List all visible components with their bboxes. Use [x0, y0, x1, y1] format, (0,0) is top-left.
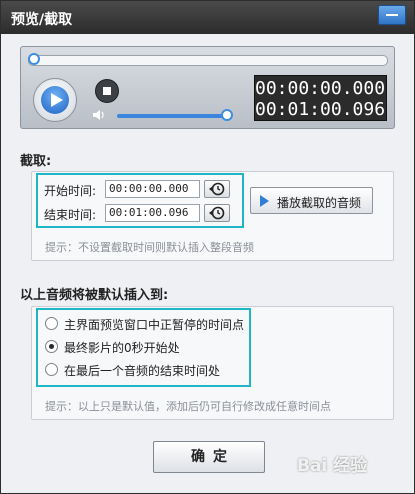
- trim-hint: 提示：不设置截取时间则默认插入整段音频: [45, 241, 254, 254]
- stop-button[interactable]: [95, 79, 119, 103]
- end-time-input[interactable]: 00:01:00.096: [105, 204, 200, 222]
- watermark-text: Bai 经验: [297, 456, 368, 476]
- insert-option-radio-1[interactable]: [45, 317, 58, 330]
- clock-reset-icon: [209, 206, 225, 220]
- title-bar[interactable]: 预览/截取: [1, 1, 414, 34]
- preview-trim-dialog: 预览/截取 00:00:00.000 00:01:00.096 截取: 开始时间…: [0, 0, 415, 494]
- window-title: 预览/截取: [11, 12, 73, 28]
- insert-hint: 提示：以上只是默认值，添加后仍可自行修改成任意时间点: [45, 400, 331, 413]
- insert-option-radio-3[interactable]: [45, 363, 58, 376]
- volume-icon: [93, 110, 104, 120]
- seek-bar[interactable]: [28, 53, 388, 66]
- play-icon: [41, 86, 69, 114]
- volume-handle[interactable]: [221, 109, 233, 121]
- minimize-icon: [386, 14, 398, 16]
- insert-option-label-2[interactable]: 最终影片的0秒开始处: [64, 339, 180, 356]
- volume-slider[interactable]: [117, 114, 225, 118]
- time-display: 00:00:00.000 00:01:00.096: [254, 75, 387, 121]
- play-trimmed-audio-label: 播放截取的音频: [277, 196, 362, 210]
- clock-reset-icon: [209, 182, 225, 196]
- end-time-label: 结束时间:: [44, 208, 97, 222]
- elapsed-time: 00:00:00.000: [255, 78, 386, 99]
- seek-handle[interactable]: [28, 53, 40, 65]
- play-trimmed-audio-button[interactable]: 播放截取的音频: [250, 187, 373, 214]
- total-time: 00:01:00.096: [255, 99, 386, 120]
- minimize-button[interactable]: [378, 5, 406, 25]
- set-start-time-button[interactable]: [204, 180, 230, 198]
- insert-section-label: 以上音频将被默认插入到:: [20, 288, 169, 303]
- audio-player: 00:00:00.000 00:01:00.096: [20, 46, 395, 129]
- start-time-label: 开始时间:: [44, 184, 97, 198]
- ok-button[interactable]: 确定: [153, 441, 265, 473]
- play-icon: [260, 195, 269, 207]
- set-end-time-button[interactable]: [204, 204, 230, 222]
- start-time-input[interactable]: 00:00:00.000: [105, 180, 200, 198]
- insert-option-radio-2[interactable]: [45, 340, 58, 353]
- play-button[interactable]: [33, 78, 77, 122]
- trim-section-label: 截取:: [20, 154, 52, 169]
- insert-option-label-3[interactable]: 在最后一个音频的结束时间处: [64, 362, 220, 379]
- insert-option-label-1[interactable]: 主界面预览窗口中正暂停的时间点: [64, 316, 244, 333]
